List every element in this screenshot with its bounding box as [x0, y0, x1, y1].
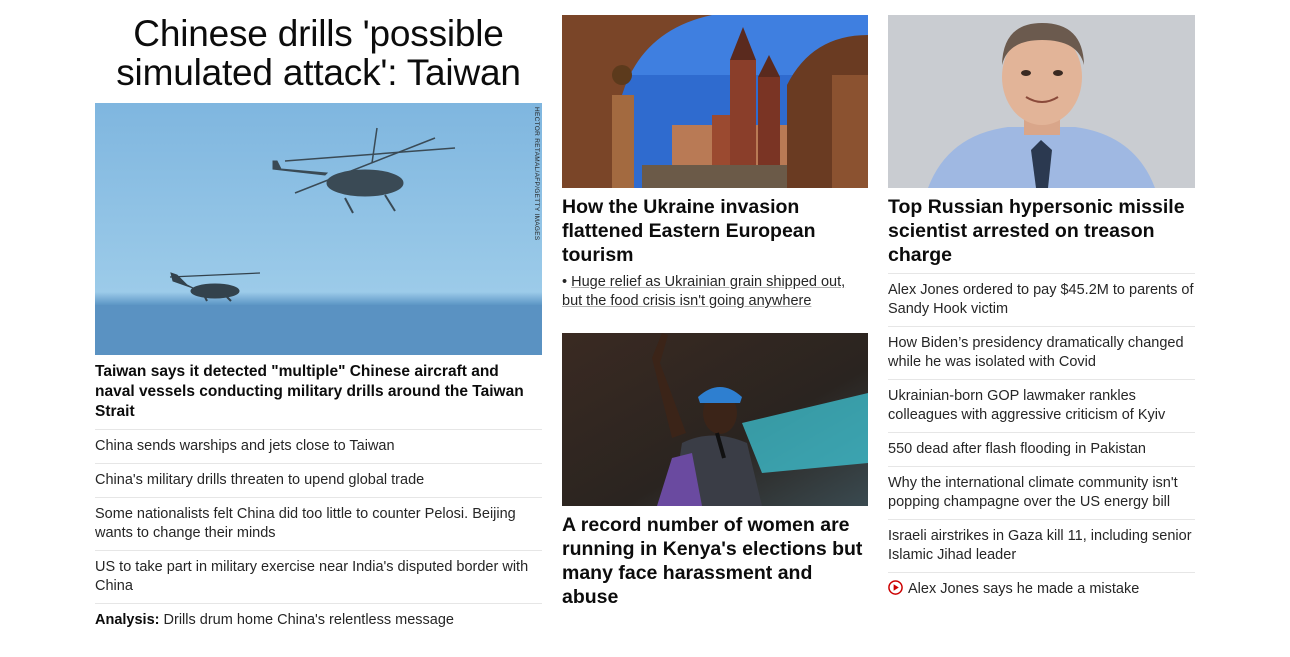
analysis-label: Analysis: [95, 612, 160, 628]
scientist-image[interactable] [888, 15, 1195, 188]
related-link-item[interactable]: US to take part in military exercise nea… [95, 550, 542, 603]
banner-title[interactable]: Chinese drills 'possible simulated attac… [95, 0, 542, 103]
top-stories-list: Alex Jones ordered to pay $45.2M to pare… [888, 273, 1195, 606]
ukraine-tourism-headline[interactable]: How the Ukraine invasion flattened Easte… [562, 188, 868, 273]
krakow-image[interactable] [562, 15, 868, 188]
video-story-text: Alex Jones says he made a mistake [908, 581, 1140, 597]
story-link[interactable]: Israeli airstrikes in Gaza kill 11, incl… [888, 519, 1195, 572]
krakow-photo [562, 15, 868, 188]
analysis-text: Drills drum home China's relentless mess… [159, 612, 454, 628]
russian-scientist-headline[interactable]: Top Russian hypersonic missile scientist… [888, 188, 1195, 273]
bullet-marker: • [562, 274, 572, 290]
helicopters-image[interactable]: HECTOR RETAMAL/AFP/GETTY IMAGES [95, 103, 542, 355]
analysis-link[interactable]: Analysis: Drills drum home China's relen… [95, 603, 542, 637]
related-link-item[interactable]: Some nationalists felt China did too lit… [95, 497, 542, 550]
related-links: China sends warships and jets close to T… [95, 429, 542, 637]
helicopters-photo [95, 103, 542, 355]
story-link[interactable]: Ukrainian-born GOP lawmaker rankles coll… [888, 379, 1195, 432]
grain-bullet-text: Huge relief as Ukrainian grain shipped o… [562, 274, 846, 309]
grain-bullet-link[interactable]: • Huge relief as Ukrainian grain shipped… [562, 273, 868, 311]
story-link[interactable]: 550 dead after flash flooding in Pakista… [888, 432, 1195, 466]
lead-headline[interactable]: Taiwan says it detected "multiple" Chine… [95, 355, 542, 429]
kenya-photo [562, 333, 868, 506]
scientist-photo [888, 15, 1195, 188]
kenya-elections-headline[interactable]: A record number of women are running in … [562, 506, 868, 615]
image-credit: HECTOR RETAMAL/AFP/GETTY IMAGES [533, 107, 540, 241]
story-link[interactable]: How Biden’s presidency dramatically chan… [888, 326, 1195, 379]
story-link[interactable]: Why the international climate community … [888, 466, 1195, 519]
right-column: Top Russian hypersonic missile scientist… [888, 0, 1195, 606]
video-story-link[interactable]: Alex Jones says he made a mistake [888, 572, 1195, 606]
play-circle-icon [888, 580, 903, 595]
story-link[interactable]: Alex Jones ordered to pay $45.2M to pare… [888, 273, 1195, 326]
related-link-item[interactable]: China's military drills threaten to upen… [95, 463, 542, 497]
middle-column: How the Ukraine invasion flattened Easte… [562, 0, 868, 615]
lead-story-column: Chinese drills 'possible simulated attac… [95, 0, 542, 637]
related-link-item[interactable]: China sends warships and jets close to T… [95, 429, 542, 463]
kenya-image[interactable] [562, 333, 868, 506]
